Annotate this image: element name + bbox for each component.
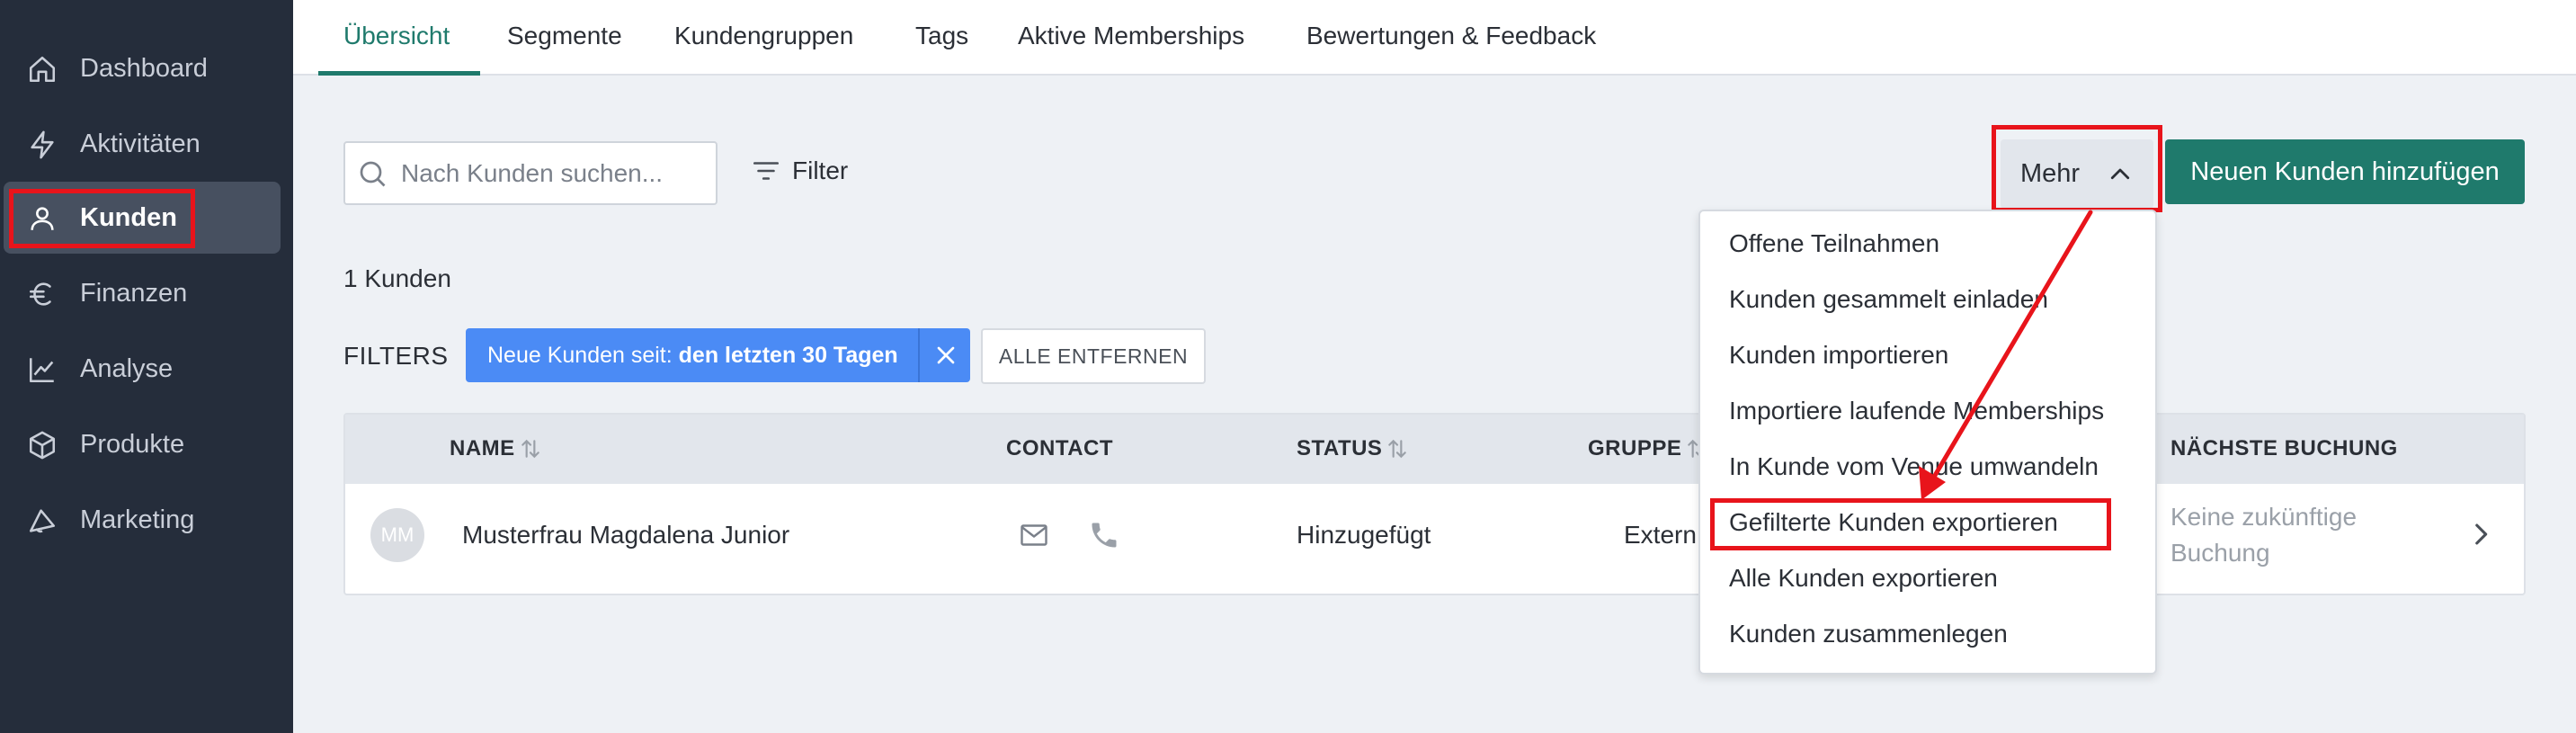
filter-chip-prefix: Neue Kunden seit: [487,343,673,368]
column-header-label: NÄCHSTE BUCHUNG [2170,436,2398,460]
active-tab-indicator [318,71,480,76]
column-header-contact: CONTACT [1006,434,1113,463]
filter-button[interactable]: Filter [751,151,848,191]
search-input[interactable] [401,156,707,192]
filter-chip-text: Neue Kunden seit: den letzten 30 Tagen [487,342,898,369]
column-header-label: GRUPPE [1588,436,1682,460]
annotation-highlight-more-button [1992,125,2162,212]
column-header-next-booking: NÄCHSTE BUCHUNG [2170,434,2398,463]
column-header-status[interactable]: STATUS [1297,434,1409,463]
chart-line-icon [27,354,58,385]
home-icon [27,54,58,85]
megaphone-icon [27,505,58,536]
filter-chip-value: den letzten 30 Tagen [678,343,898,368]
sidebar: Dashboard Aktivitäten Kunden Finanzen An… [0,0,293,733]
customer-status: Hinzugefügt [1297,521,1431,549]
sidebar-item-analyse[interactable]: Analyse [4,333,281,405]
menu-item-offene-teilnahmen[interactable]: Offene Teilnahmen [1729,228,1939,260]
customer-name: Musterfrau Magdalena Junior [462,521,790,549]
customer-group: Extern [1624,521,1697,549]
sidebar-item-label: Analyse [80,354,174,383]
next-booking-line1: Keine zukünftige [2170,503,2358,531]
sidebar-item-label: Finanzen [80,279,188,308]
filter-chip-divider [918,328,920,382]
tab-uebersicht[interactable]: Übersicht [343,20,450,52]
tab-tags[interactable]: Tags [915,20,968,52]
sidebar-item-marketing[interactable]: Marketing [4,484,281,556]
tab-kundengruppen[interactable]: Kundengruppen [674,20,853,52]
bolt-icon [27,130,58,160]
menu-item-zusammenlegen[interactable]: Kunden zusammenlegen [1729,618,2008,650]
sidebar-item-label: Produkte [80,430,185,459]
box-icon [27,430,58,460]
table-header: NAME CONTACT STATUS GRUPPE NÄCHSTE BUCHU… [345,415,2524,484]
sidebar-item-dashboard[interactable]: Dashboard [4,32,281,104]
filter-icon [753,162,780,180]
more-menu: Offene Teilnahmen Kunden gesammelt einla… [1698,210,2157,675]
customer-table: NAME CONTACT STATUS GRUPPE NÄCHSTE BUCHU… [343,413,2526,595]
menu-item-kunden-importieren[interactable]: Kunden importieren [1729,339,1948,371]
column-header-label: CONTACT [1006,436,1114,460]
customer-count: 1 Kunden [343,264,451,292]
annotation-highlight-kunden [9,189,195,248]
menu-item-kunden-einladen[interactable]: Kunden gesammelt einladen [1729,283,2048,316]
sidebar-item-aktivitaeten[interactable]: Aktivitäten [4,108,281,180]
column-header-label: STATUS [1297,436,1383,460]
filter-chip-new-customers: Neue Kunden seit: den letzten 30 Tagen [466,328,970,382]
close-icon[interactable] [931,341,960,370]
sidebar-item-produkte[interactable]: Produkte [4,408,281,480]
avatar: MM [370,508,424,562]
sidebar-item-label: Aktivitäten [80,130,201,158]
menu-item-memberships-importieren[interactable]: Importiere laufende Memberships [1729,395,2104,427]
sidebar-item-label: Dashboard [80,54,208,83]
tab-aktive-memberships[interactable]: Aktive Memberships [1018,20,1244,52]
filter-button-label: Filter [792,156,849,184]
tab-bar: Übersicht Segmente Kundengruppen Tags Ak… [293,0,2576,76]
chevron-right-icon[interactable] [2465,519,2496,550]
next-booking-line2: Buchung [2170,539,2270,567]
sidebar-item-finanzen[interactable]: Finanzen [4,257,281,329]
column-header-name[interactable]: NAME [450,434,542,463]
menu-item-alle-exportieren[interactable]: Alle Kunden exportieren [1729,562,1998,594]
sidebar-item-label: Marketing [80,505,195,534]
remove-all-filters-button[interactable]: ALLE ENTFERNEN [981,328,1206,384]
filters-label: FILTERS [343,342,449,370]
annotation-highlight-export-filtered [1710,498,2111,550]
phone-icon[interactable] [1088,519,1120,551]
customer-search [343,141,718,205]
add-customer-button[interactable]: Neuen Kunden hinzufügen [2165,139,2525,204]
sort-icon [1388,439,1407,459]
euro-icon [27,279,58,309]
tab-segmente[interactable]: Segmente [507,20,622,52]
tab-bewertungen-feedback[interactable]: Bewertungen & Feedback [1306,20,1596,52]
sort-icon [521,439,539,459]
mail-icon[interactable] [1018,519,1050,551]
search-icon [356,157,388,190]
column-header-gruppe[interactable]: GRUPPE [1588,434,1708,463]
column-header-label: NAME [450,436,515,460]
menu-item-venue-umwandeln[interactable]: In Kunde vom Venue umwandeln [1729,451,2099,483]
